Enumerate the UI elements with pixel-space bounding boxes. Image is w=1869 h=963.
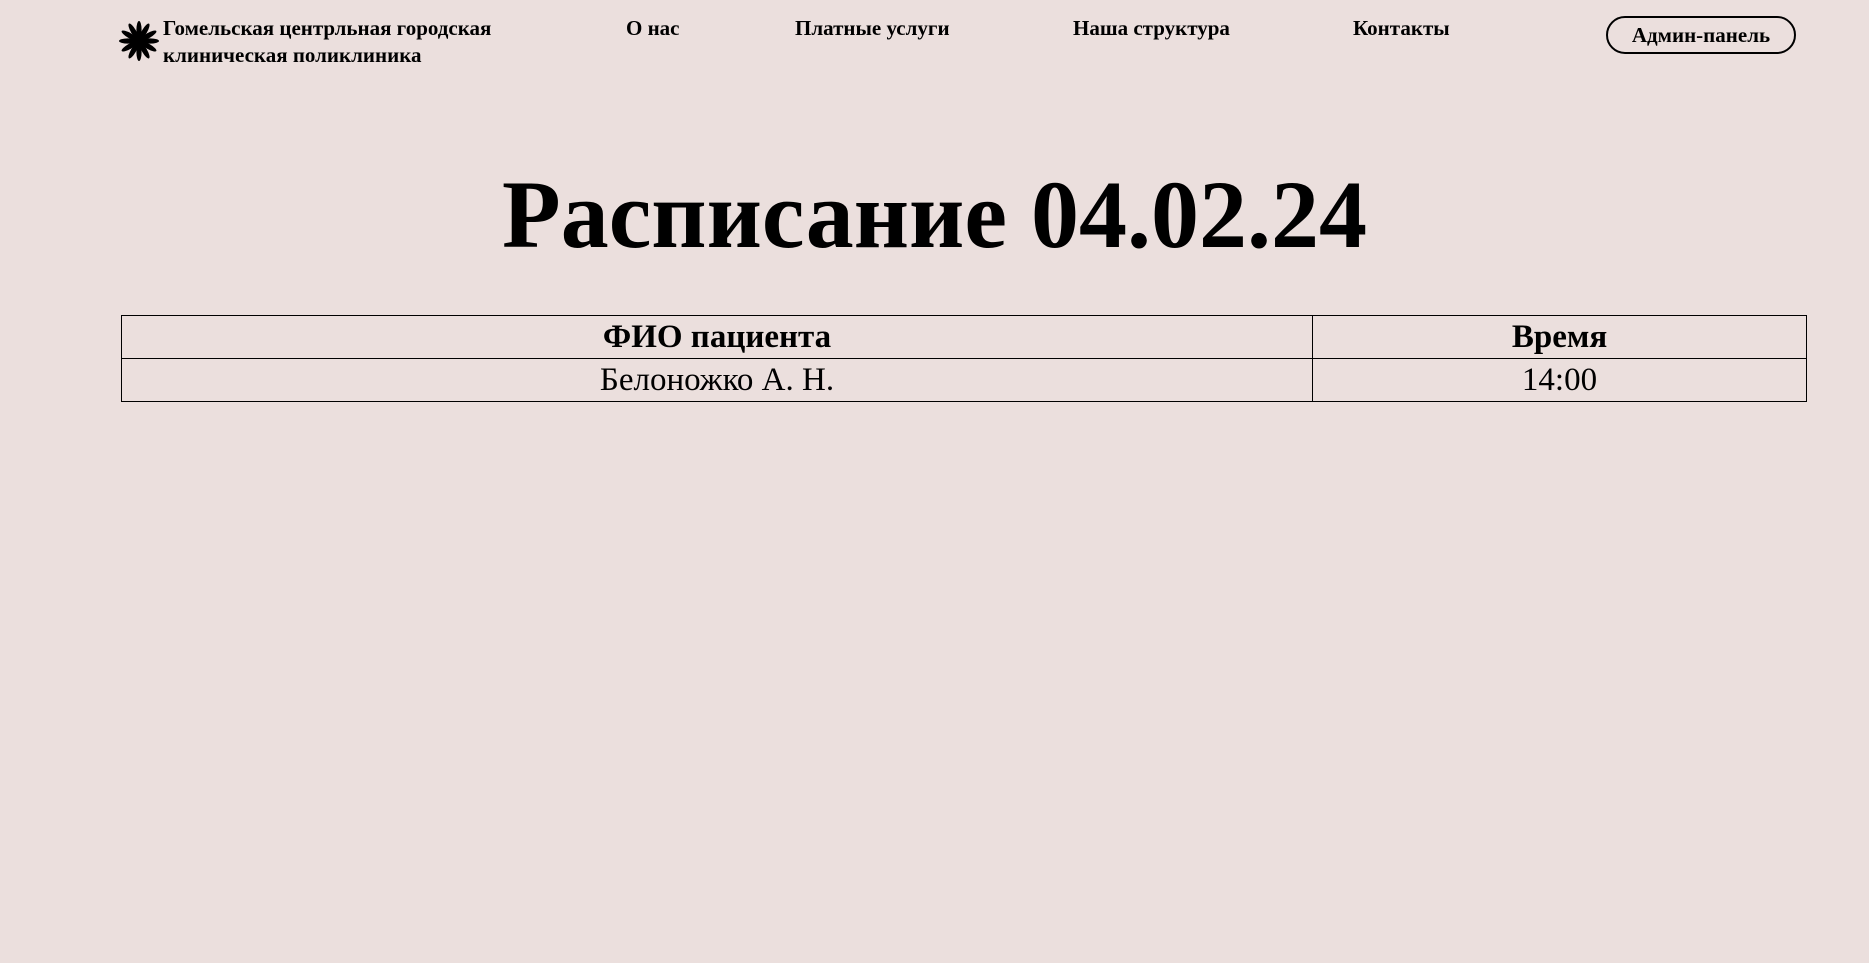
site-brand-name[interactable]: Гомельская центрльная городская клиничес… (163, 15, 491, 69)
site-header: Гомельская центрльная городская клиничес… (0, 0, 1869, 80)
nav-link-about[interactable]: О нас (626, 15, 680, 42)
cell-time: 14:00 (1312, 358, 1807, 402)
flower-logo-icon[interactable] (118, 20, 160, 62)
cell-patient-name: Белоножко А. Н. (121, 358, 1313, 402)
table-header-row: ФИО пациента Время (121, 315, 1807, 359)
nav-link-structure[interactable]: Наша структура (1073, 15, 1230, 42)
schedule-table: ФИО пациента Время Белоножко А. Н. 14:00 (121, 315, 1807, 402)
page-title: Расписание 04.02.24 (502, 161, 1367, 268)
column-header-time: Время (1312, 315, 1807, 359)
table-row: Белоножко А. Н. 14:00 (121, 358, 1807, 402)
nav-link-paid-services[interactable]: Платные услуги (795, 15, 950, 42)
admin-panel-button[interactable]: Админ-панель (1606, 16, 1796, 54)
nav-link-contacts[interactable]: Контакты (1353, 15, 1450, 42)
column-header-patient-name: ФИО пациента (121, 315, 1313, 359)
